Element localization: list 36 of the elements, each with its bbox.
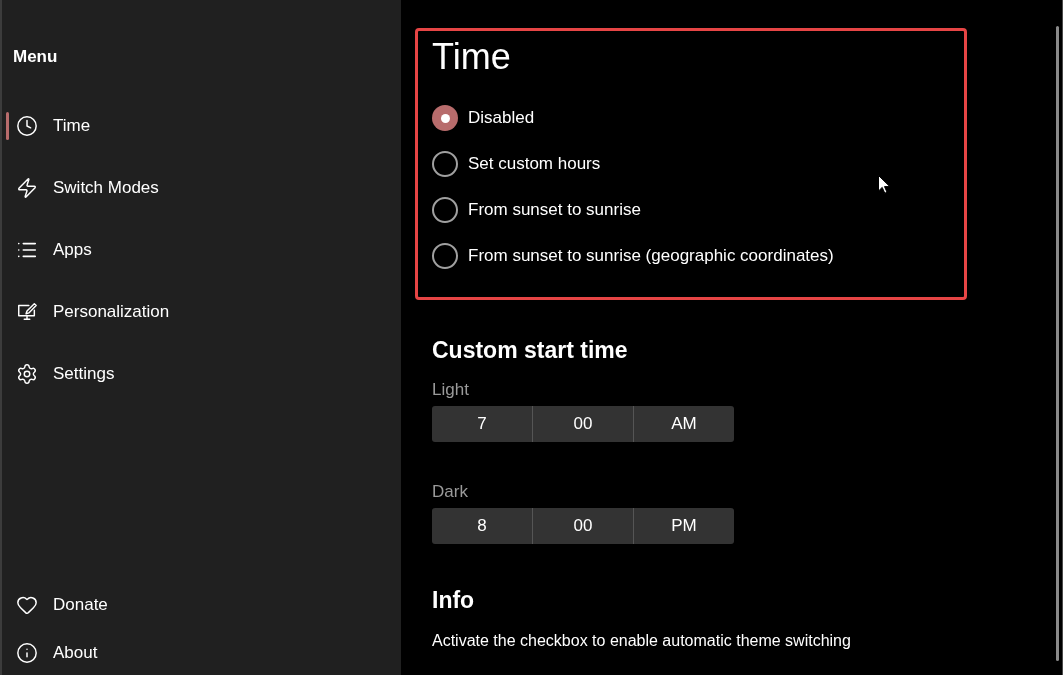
scrollbar[interactable]: [1056, 26, 1059, 661]
sidebar-item[interactable]: Donate: [4, 583, 396, 627]
menu-title: Menu: [12, 46, 58, 68]
info-icon: [16, 642, 38, 664]
hour-field[interactable]: 7: [432, 406, 532, 442]
radio-label[interactable]: From sunset to sunrise: [468, 200, 641, 220]
radio-icon[interactable]: [432, 151, 458, 177]
sidebar-item[interactable]: Switch Modes: [4, 164, 396, 212]
mouse-pointer-icon: [878, 175, 891, 194]
section-title: Custom start time: [432, 336, 628, 364]
minute-field[interactable]: 00: [532, 406, 633, 442]
settings-icon: [16, 363, 38, 385]
sidebar-item[interactable]: Settings: [4, 350, 396, 398]
radio-label[interactable]: Disabled: [468, 108, 535, 128]
radio-icon[interactable]: [432, 243, 458, 269]
sidebar-item[interactable]: About: [4, 631, 396, 675]
heart-icon: [16, 594, 38, 616]
sidebar-item[interactable]: Apps: [4, 226, 396, 274]
monitor-pen-icon: [16, 301, 38, 323]
period-field[interactable]: PM: [633, 508, 734, 544]
minute-field[interactable]: 00: [532, 508, 633, 544]
field-label: Light: [432, 379, 469, 401]
radio-label[interactable]: Set custom hours: [468, 154, 601, 174]
lightning-icon: [16, 177, 38, 199]
hour-field[interactable]: 8: [432, 508, 532, 544]
sidebar-item[interactable]: Personalization: [4, 288, 396, 336]
page-title: Time: [432, 35, 511, 79]
sidebar-item[interactable]: Time: [4, 102, 396, 150]
radio-icon[interactable]: [432, 197, 458, 223]
radio-label[interactable]: From sunset to sunrise (geographic coordinates): [468, 246, 834, 266]
section-title: Info: [432, 586, 475, 614]
period-field[interactable]: AM: [633, 406, 734, 442]
field-label: Dark: [432, 481, 468, 503]
info-text: Activate the checkbox to enable automatic theme switching: [432, 631, 851, 651]
radio-selected-icon[interactable]: [432, 105, 458, 131]
clock-icon: [16, 115, 38, 137]
